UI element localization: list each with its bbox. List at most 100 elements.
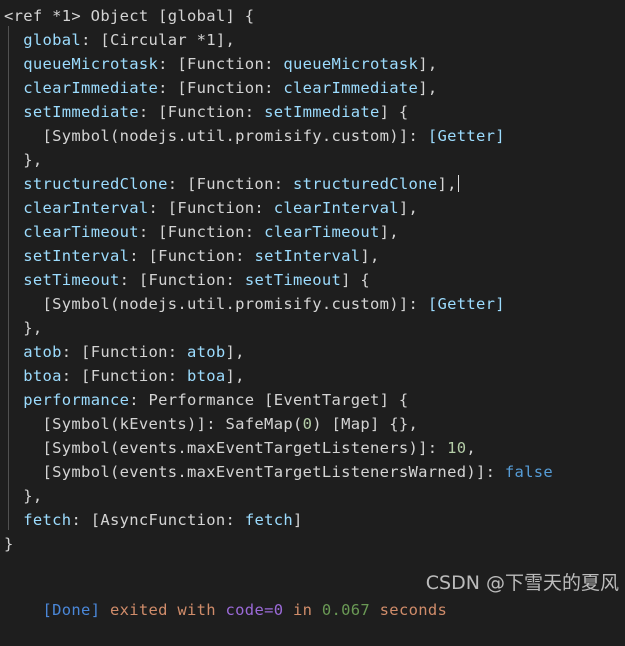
code-token: } bbox=[4, 535, 14, 553]
code-token: false bbox=[504, 463, 554, 481]
code-token: ], bbox=[360, 247, 380, 265]
code-token: ], bbox=[379, 223, 399, 241]
console-line: clearImmediate: [Function: clearImmediat… bbox=[0, 76, 625, 100]
console-line: [Symbol(nodejs.util.promisify.custom)]: … bbox=[0, 124, 625, 148]
code-token: ] bbox=[292, 511, 303, 529]
code-token: <ref *1> Object [global] { bbox=[4, 7, 255, 25]
code-token: clearTimeout bbox=[23, 223, 139, 241]
code-token: clearInterval bbox=[273, 199, 399, 217]
code-token: fetch bbox=[244, 511, 293, 529]
console-line: setImmediate: [Function: setImmediate] { bbox=[0, 100, 625, 124]
code-token: structuredClone bbox=[292, 175, 438, 193]
code-token: [Symbol(kEvents)]: SafeMap( bbox=[42, 415, 303, 433]
console-line: fetch: [AsyncFunction: fetch] bbox=[0, 508, 625, 532]
console-line: global: [Circular *1], bbox=[0, 28, 625, 52]
console-line: [Symbol(nodejs.util.promisify.custom)]: … bbox=[0, 292, 625, 316]
code-token: setTimeout bbox=[244, 271, 342, 289]
code-token: ], bbox=[398, 199, 419, 217]
code-token: setInterval bbox=[254, 247, 361, 265]
code-token: ], bbox=[225, 367, 245, 385]
console-line: <ref *1> Object [global] { bbox=[0, 4, 625, 28]
code-token: global bbox=[23, 31, 82, 49]
code-token: queueMicrotask bbox=[283, 55, 419, 73]
code-token: clearImmediate bbox=[283, 79, 419, 97]
code-token: [Symbol(nodejs.util.promisify.custom)]: bbox=[42, 127, 428, 145]
console-line: btoa: [Function: btoa], bbox=[0, 364, 625, 388]
code-token: clearImmediate bbox=[23, 79, 159, 97]
code-token: btoa bbox=[23, 367, 62, 385]
console-line: [Symbol(events.maxEventTargetListenersWa… bbox=[0, 460, 625, 484]
console-line: setTimeout: [Function: setTimeout] { bbox=[0, 268, 625, 292]
code-token: }, bbox=[23, 487, 43, 505]
code-token: [Symbol(nodejs.util.promisify.custom)]: bbox=[42, 295, 428, 313]
console-line: [Symbol(kEvents)]: SafeMap(0) [Map] {}, bbox=[0, 412, 625, 436]
status-line: [Done] exited with code=0 in 0.067 secon… bbox=[0, 574, 625, 619]
console-line: queueMicrotask: [Function: queueMicrotas… bbox=[0, 52, 625, 76]
code-token: : [Function: bbox=[158, 55, 284, 73]
code-token: setImmediate bbox=[264, 103, 380, 121]
code-token: structuredClone bbox=[23, 175, 168, 193]
console-line: setInterval: [Function: setInterval], bbox=[0, 244, 625, 268]
code-token: 10 bbox=[447, 439, 467, 457]
text-cursor bbox=[457, 175, 459, 192]
code-token: fetch bbox=[23, 511, 72, 529]
code-token: : [Function: bbox=[119, 271, 245, 289]
code-token: btoa bbox=[187, 367, 226, 385]
terminal-output-panel[interactable]: <ref *1> Object [global] { global: [Circ… bbox=[0, 0, 625, 619]
console-line: clearInterval: [Function: clearInterval]… bbox=[0, 196, 625, 220]
console-line: performance: Performance [EventTarget] { bbox=[0, 388, 625, 412]
code-token: , bbox=[466, 439, 476, 457]
code-token: : [Function: bbox=[129, 247, 255, 265]
console-line: } bbox=[0, 532, 625, 556]
code-token: ) [Map] {}, bbox=[312, 415, 419, 433]
code-token: [Getter] bbox=[427, 127, 505, 145]
console-line: }, bbox=[0, 316, 625, 340]
console-line: clearTimeout: [Function: clearTimeout], bbox=[0, 220, 625, 244]
console-output-text[interactable]: <ref *1> Object [global] { global: [Circ… bbox=[0, 4, 625, 580]
code-token: queueMicrotask bbox=[23, 55, 159, 73]
code-token: setTimeout bbox=[23, 271, 120, 289]
code-token: [Symbol(events.maxEventTargetListenersWa… bbox=[42, 463, 505, 481]
code-token: 0 bbox=[302, 415, 313, 433]
code-token: : [Circular *1], bbox=[81, 31, 236, 49]
code-token: atob bbox=[23, 343, 62, 361]
code-token: ], bbox=[437, 175, 457, 193]
console-line: atob: [Function: atob], bbox=[0, 340, 625, 364]
code-token: : [Function: bbox=[61, 343, 188, 361]
code-token: : Performance [EventTarget] { bbox=[129, 391, 409, 409]
code-token: : [Function: bbox=[138, 223, 265, 241]
code-token: : [AsyncFunction: bbox=[71, 511, 245, 529]
console-line: }, bbox=[0, 148, 625, 172]
code-token: clearTimeout bbox=[264, 223, 380, 241]
console-line: }, bbox=[0, 484, 625, 508]
code-token: }, bbox=[23, 151, 43, 169]
code-token: atob bbox=[187, 343, 226, 361]
code-token: : [Function: bbox=[158, 79, 284, 97]
console-line: structuredClone: [Function: structuredCl… bbox=[0, 172, 625, 196]
code-token: : [Function: bbox=[148, 199, 274, 217]
code-token: : [Function: bbox=[167, 175, 293, 193]
code-token: : [Function: bbox=[138, 103, 265, 121]
code-token: : [Function: bbox=[61, 367, 188, 385]
code-token: [Symbol(events.maxEventTargetListeners)]… bbox=[42, 439, 448, 457]
